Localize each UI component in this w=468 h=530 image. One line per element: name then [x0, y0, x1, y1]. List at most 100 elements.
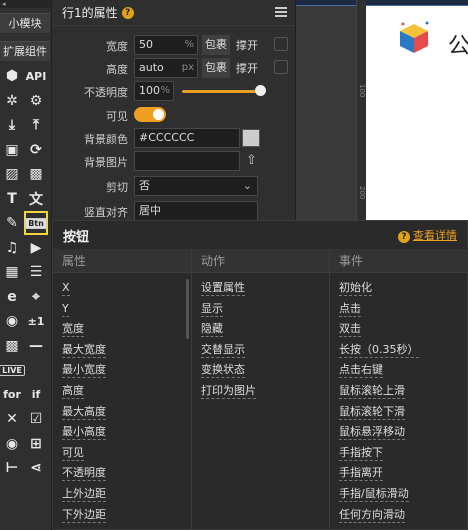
text-icon[interactable]: T [0, 187, 24, 211]
translate-icon[interactable]: 文 [24, 187, 48, 211]
list-item[interactable]: 点击 [339, 299, 468, 320]
opacity-slider-handle[interactable] [255, 85, 266, 96]
list-item[interactable]: 宽度 [62, 319, 191, 340]
upload-icon[interactable]: ⤒ [24, 113, 48, 137]
list-item[interactable]: X [62, 278, 191, 299]
width-wrap-button[interactable]: 包裹 [202, 35, 230, 55]
height-link-icon[interactable] [274, 60, 288, 74]
list-item[interactable]: 最小宽度 [62, 360, 191, 381]
download-icon[interactable]: ⤓ [0, 113, 24, 137]
bg-color-input[interactable]: #CCCCCC [134, 128, 240, 148]
button-component-icon[interactable]: Btn [24, 211, 48, 235]
help-icon[interactable]: ? [121, 6, 134, 19]
list-item[interactable]: 最大高度 [62, 402, 191, 423]
settings-gear-icon[interactable]: ⚙ [24, 89, 48, 113]
list-item[interactable]: 设置属性 [201, 278, 329, 299]
width-link-icon[interactable] [274, 37, 288, 51]
view-details-link[interactable]: ? 查看详情 [398, 227, 457, 243]
page-canvas[interactable]: 公 [366, 6, 468, 220]
height-unit[interactable]: px [182, 59, 194, 77]
list-item[interactable]: 可见 [62, 443, 191, 464]
list-item[interactable]: 不透明度 [62, 463, 191, 484]
list-item[interactable]: 鼠标悬浮移动 [339, 422, 468, 443]
download-glyph: ⤓ [8, 117, 16, 133]
list-item-label: 显示 [201, 301, 223, 317]
list-item[interactable]: 上外边距 [62, 484, 191, 505]
radio-icon[interactable]: ◉ [0, 432, 24, 456]
small-module-button[interactable]: 小模块 [0, 13, 50, 33]
upload-icon[interactable]: ⇧ [246, 153, 257, 168]
height-wrap-button[interactable]: 包裹 [202, 58, 230, 78]
list-item-label: 点击右键 [339, 363, 383, 379]
bg-color-swatch[interactable] [242, 129, 260, 147]
image-icon[interactable]: ▨ [0, 162, 24, 186]
list-item[interactable]: 高度 [62, 381, 191, 402]
list-item[interactable]: 打印为图片 [201, 381, 329, 402]
list-item[interactable]: 下外边距 [62, 505, 191, 526]
api-icon[interactable]: API [24, 64, 48, 88]
edit-icon[interactable]: ✎ [0, 211, 24, 235]
height-stretch-button[interactable]: 撑开 [236, 60, 258, 76]
package-icon[interactable]: ⬢ [0, 64, 24, 88]
scrollbar[interactable] [186, 279, 189, 339]
list-item[interactable]: 长按（0.35秒） [339, 340, 468, 361]
list-item[interactable]: 双击 [339, 319, 468, 340]
list-item[interactable]: 隐藏 [201, 319, 329, 340]
list-item[interactable]: 最大宽度 [62, 340, 191, 361]
toolbar-row: LIVE [0, 358, 52, 382]
list-item[interactable]: 鼠标滚轮下滑 [339, 402, 468, 423]
list-item[interactable]: 手指/鼠标滑动 [339, 484, 468, 505]
width-input[interactable]: 50 % [134, 35, 198, 55]
chevron-down-icon: ⌄ [242, 179, 252, 192]
tree-icon[interactable]: ⊢ [0, 456, 24, 480]
map-pin-icon[interactable]: ⌖ [24, 285, 48, 309]
list-item[interactable]: 初始化 [339, 278, 468, 299]
gallery-icon[interactable]: ▩ [24, 162, 48, 186]
toolbar-collapse-icon[interactable]: ◂ [0, 0, 51, 8]
list-item[interactable]: 任何方向滑动 [339, 505, 468, 526]
close-box-icon[interactable]: ✕ [0, 407, 24, 431]
height-value: auto [139, 61, 164, 74]
qrcode-icon[interactable]: ▩ [0, 334, 24, 358]
video-frame-icon[interactable]: ▣ [0, 138, 24, 162]
check-box-icon[interactable]: ☑ [24, 407, 48, 431]
valign-select[interactable]: 居中 [134, 201, 258, 221]
opacity-slider[interactable] [182, 90, 262, 93]
list-item[interactable]: 变换状态 [201, 360, 329, 381]
hamburger-menu-icon[interactable] [275, 7, 287, 17]
live-icon[interactable]: LIVE [0, 358, 25, 382]
list-item[interactable]: 点击右键 [339, 360, 468, 381]
list-item[interactable]: 最小高度 [62, 422, 191, 443]
ie-browser-icon[interactable]: e [0, 285, 24, 309]
if-condition-icon[interactable]: if [24, 383, 48, 407]
screen-rotate-icon[interactable]: ⟳ [24, 138, 48, 162]
list-item[interactable]: 鼠标滚轮上滑 [339, 381, 468, 402]
height-input[interactable]: auto px [134, 58, 198, 78]
share-icon[interactable]: ⋖ [24, 456, 48, 480]
height-row: 高度 auto px 包裹 撑开 [52, 57, 296, 79]
bg-image-input[interactable] [134, 151, 240, 171]
music-icon[interactable]: ♫ [0, 236, 24, 260]
extension-component-button[interactable]: 扩展组件 [0, 41, 50, 61]
plus-minus-icon[interactable]: ±1 [24, 309, 48, 333]
icon-font-icon[interactable]: ◉ [0, 309, 24, 333]
table-icon[interactable]: ⊞ [24, 432, 48, 456]
list-item[interactable]: 手指按下 [339, 443, 468, 464]
calendar-icon[interactable]: ▦ [0, 260, 24, 284]
list-item[interactable]: 交替显示 [201, 340, 329, 361]
video-icon[interactable]: ▶ [24, 236, 48, 260]
width-stretch-button[interactable]: 撑开 [236, 37, 258, 53]
width-unit[interactable]: % [184, 36, 194, 54]
panel-header: 行1的属性 ? [52, 0, 295, 26]
divider-icon[interactable]: — [24, 334, 48, 358]
list-item[interactable]: 显示 [201, 299, 329, 320]
list-icon[interactable]: ☰ [24, 260, 48, 284]
list-item[interactable]: Y [62, 299, 191, 320]
for-loop-icon[interactable]: for [0, 383, 24, 407]
visible-toggle[interactable] [134, 107, 166, 122]
toolbar-row: ◉ ±1 [0, 309, 52, 333]
list-item[interactable]: 手指离开 [339, 463, 468, 484]
clip-select[interactable]: 否 ⌄ [134, 176, 258, 196]
network-icon[interactable]: ✲ [0, 89, 24, 113]
opacity-input[interactable]: 100 % [134, 81, 174, 101]
